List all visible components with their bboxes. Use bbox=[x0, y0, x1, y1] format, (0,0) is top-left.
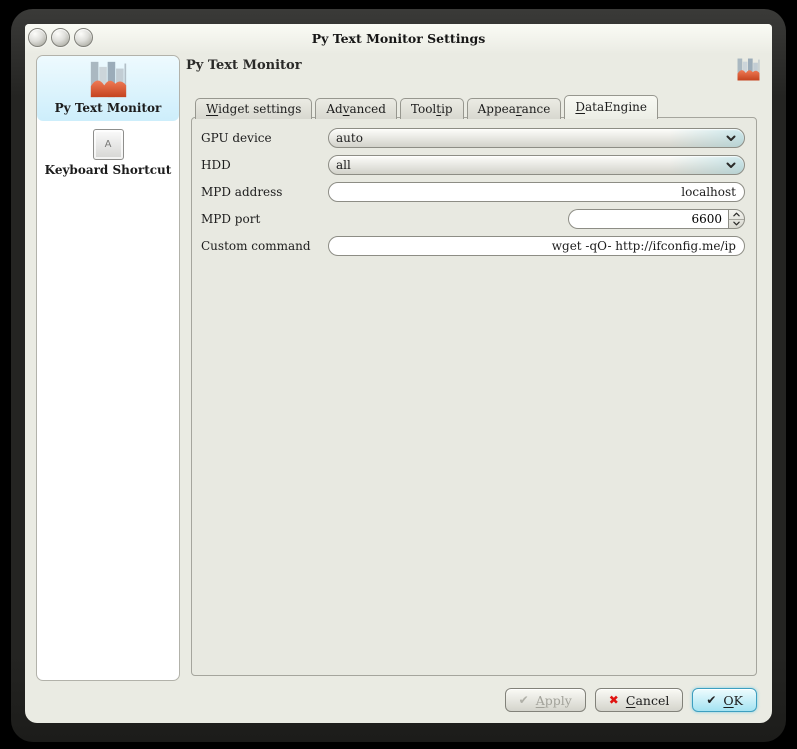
ok-button-label: K bbox=[734, 693, 743, 708]
gpu-device-value: auto bbox=[336, 131, 363, 145]
hdd-label: HDD bbox=[201, 158, 328, 172]
check-icon: ✔ bbox=[519, 693, 529, 707]
tab-label: v bbox=[343, 102, 350, 116]
tab-label: D bbox=[575, 100, 585, 114]
form-row-mpd-port: MPD port bbox=[201, 209, 745, 229]
check-icon: ✔ bbox=[706, 693, 716, 707]
tab-label: Appea bbox=[478, 102, 516, 116]
sidebar-item-label: Keyboard Shortcut bbox=[37, 163, 179, 177]
keyboard-key-icon: A bbox=[93, 129, 124, 160]
tab-label: W bbox=[206, 102, 218, 116]
tab-dataengine[interactable]: DataEngine bbox=[564, 95, 658, 119]
tab-bar: Widget settings Advanced Tooltip Appeara… bbox=[195, 96, 661, 119]
tab-label: Ad bbox=[326, 102, 342, 116]
sidebar-item-label: Py Text Monitor bbox=[37, 101, 179, 115]
chevron-down-icon bbox=[726, 162, 736, 169]
mpd-port-input[interactable] bbox=[568, 209, 728, 229]
text-monitor-chart-icon bbox=[90, 61, 127, 98]
custom-command-input[interactable] bbox=[328, 236, 745, 256]
tab-label: Tool bbox=[411, 102, 436, 116]
tab-label: ip bbox=[441, 102, 453, 116]
titlebar[interactable]: Py Text Monitor Settings bbox=[25, 24, 772, 54]
form-row-mpd-address: MPD address bbox=[201, 182, 745, 202]
apply-button-label: pply bbox=[545, 693, 572, 708]
tab-tooltip[interactable]: Tooltip bbox=[400, 98, 464, 119]
mpd-address-label: MPD address bbox=[201, 185, 328, 199]
hdd-value: all bbox=[336, 158, 351, 172]
mpd-address-input[interactable] bbox=[328, 182, 745, 202]
hdd-dropdown[interactable]: all bbox=[328, 155, 745, 175]
sidebar: Py Text Monitor A Keyboard Shortcut bbox=[36, 55, 180, 681]
sidebar-item-py-text-monitor[interactable]: Py Text Monitor bbox=[37, 56, 179, 121]
apply-button-label: A bbox=[536, 693, 545, 708]
dataengine-tab-panel: GPU device auto HDD all bbox=[191, 117, 757, 676]
chevron-down-icon bbox=[733, 221, 740, 226]
cancel-button-label: ancel bbox=[635, 693, 669, 708]
mpd-port-spinner bbox=[568, 209, 745, 229]
spin-down-button[interactable] bbox=[729, 220, 744, 229]
ok-button[interactable]: ✔ OK bbox=[692, 688, 757, 712]
spin-buttons bbox=[728, 209, 745, 229]
window-title: Py Text Monitor Settings bbox=[25, 31, 772, 46]
tab-label: ance bbox=[522, 102, 551, 116]
gpu-device-label: GPU device bbox=[201, 131, 328, 145]
x-icon: ✖ bbox=[609, 693, 619, 707]
custom-command-label: Custom command bbox=[201, 239, 328, 253]
gpu-device-dropdown[interactable]: auto bbox=[328, 128, 745, 148]
sidebar-item-keyboard-shortcut[interactable]: A Keyboard Shortcut bbox=[37, 121, 179, 183]
tab-label: ataEngine bbox=[585, 100, 647, 114]
settings-dialog: Py Text Monitor Settings bbox=[25, 24, 772, 723]
mpd-port-label: MPD port bbox=[201, 212, 328, 226]
chevron-up-icon bbox=[733, 212, 740, 217]
tab-widget-settings[interactable]: Widget settings bbox=[195, 98, 312, 119]
tab-appearance[interactable]: Appearance bbox=[467, 98, 562, 119]
apply-button[interactable]: ✔ Apply bbox=[505, 688, 586, 712]
spin-up-button[interactable] bbox=[729, 210, 744, 220]
form-row-hdd: HDD all bbox=[201, 155, 745, 175]
page-title: Py Text Monitor bbox=[186, 58, 302, 73]
form-row-gpu: GPU device auto bbox=[201, 128, 745, 148]
ok-button-label: O bbox=[723, 693, 733, 708]
tab-label: idget settings bbox=[218, 102, 301, 116]
chevron-down-icon bbox=[726, 135, 736, 142]
text-monitor-chart-icon-small bbox=[737, 58, 760, 81]
cancel-button[interactable]: ✖ Cancel bbox=[595, 688, 684, 712]
form-row-custom-command: Custom command bbox=[201, 236, 745, 256]
tab-label: anced bbox=[350, 102, 386, 116]
dialog-button-row: ✔ Apply ✖ Cancel ✔ OK bbox=[25, 688, 757, 712]
cancel-button-label: C bbox=[626, 693, 636, 708]
tab-advanced[interactable]: Advanced bbox=[315, 98, 397, 119]
